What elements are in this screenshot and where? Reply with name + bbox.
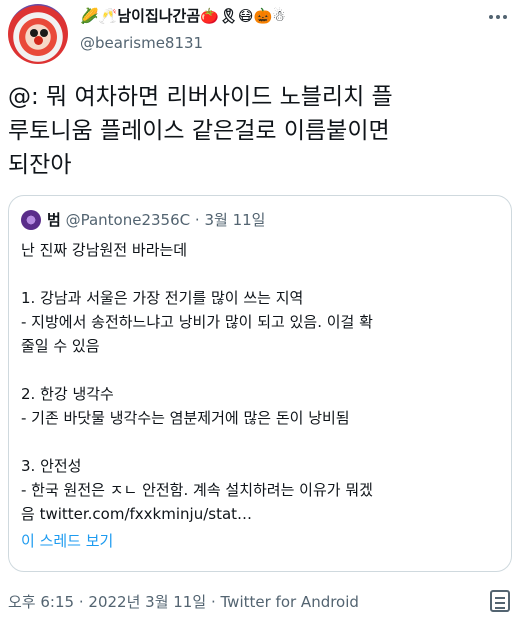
tweet: 🌽🥂남이집나간곰🍅🎗😷🎃☃ @bearisme8131 @: 뭐 여차하면 리버… bbox=[0, 0, 517, 623]
footer-separator: · bbox=[78, 593, 84, 611]
quoted-tweet-date: 3월 11일 bbox=[204, 211, 266, 229]
tweet-text: @: 뭐 여차하면 리버사이드 노블리치 플 루토니움 플레이스 같은걸로 이름… bbox=[8, 80, 508, 182]
quoted-text-line bbox=[21, 358, 501, 382]
quoted-author-handle: @Pantone2356C bbox=[65, 211, 191, 229]
author-handle[interactable]: @bearisme8131 bbox=[80, 33, 203, 53]
tweet-footer: 오후 6:15 · 2022년 3월 11일 · Twitter for And… bbox=[8, 592, 359, 612]
tweet-date[interactable]: 2022년 3월 11일 bbox=[88, 593, 206, 611]
quoted-text-line: 2. 한강 냉각수 bbox=[21, 385, 114, 403]
footer-separator: · bbox=[210, 593, 216, 611]
tweet-text-line: @: 뭐 여차하면 리버사이드 노블리치 플 bbox=[8, 84, 393, 110]
avatar-nose bbox=[34, 36, 43, 45]
author-avatar[interactable] bbox=[8, 4, 68, 64]
quoted-text-line: 난 진짜 강남원전 바라는데 bbox=[21, 241, 188, 259]
quoted-tweet-text: 난 진짜 강남원전 바라는데 1. 강남과 서울은 가장 전기를 많이 쓰는 지… bbox=[21, 238, 501, 526]
quoted-meta-separator: · bbox=[194, 211, 200, 229]
quoted-text-line: - 한국 원전은 ㅈㄴ 안전함. 계속 설치하려는 이유가 뭐겠 bbox=[21, 481, 373, 499]
quoted-tweet-card[interactable]: 범 @Pantone2356C · 3월 11일 난 진짜 강남원전 바라는데 … bbox=[8, 195, 512, 572]
quoted-author-avatar bbox=[21, 210, 41, 230]
author-name[interactable]: 🌽🥂남이집나간곰🍅🎗😷🎃☃ bbox=[80, 6, 286, 26]
quoted-author-name: 범 bbox=[47, 211, 61, 229]
analytics-icon[interactable] bbox=[490, 590, 510, 612]
quoted-text-line: 음 twitter.com/fxxkminju/stat… bbox=[21, 505, 253, 523]
avatar-eye-right bbox=[40, 29, 48, 37]
tweet-text-line: 되잔아 bbox=[8, 152, 72, 178]
quoted-text-line bbox=[21, 262, 501, 286]
tweet-time[interactable]: 오후 6:15 bbox=[8, 593, 74, 611]
quoted-text-line: 3. 안전성 bbox=[21, 457, 82, 475]
quoted-tweet-header: 범 @Pantone2356C · 3월 11일 bbox=[47, 210, 265, 230]
tweet-source[interactable]: Twitter for Android bbox=[221, 593, 359, 611]
quoted-text-line bbox=[21, 430, 501, 454]
quoted-text-line: 줄일 수 있음 bbox=[21, 337, 100, 355]
quoted-text-line: - 기존 바닷물 냉각수는 염분제거에 많은 돈이 낭비됨 bbox=[21, 409, 350, 427]
show-thread-link[interactable]: 이 스레드 보기 bbox=[21, 531, 113, 551]
quoted-text-line: - 지방에서 송전하느냐고 낭비가 많이 되고 있음. 이걸 확 bbox=[21, 313, 373, 331]
more-options-icon[interactable] bbox=[486, 10, 510, 24]
tweet-text-line: 루토니움 플레이스 같은걸로 이름붙이면 bbox=[8, 118, 390, 144]
quoted-text-line: 1. 강남과 서울은 가장 전기를 많이 쓰는 지역 bbox=[21, 289, 304, 307]
